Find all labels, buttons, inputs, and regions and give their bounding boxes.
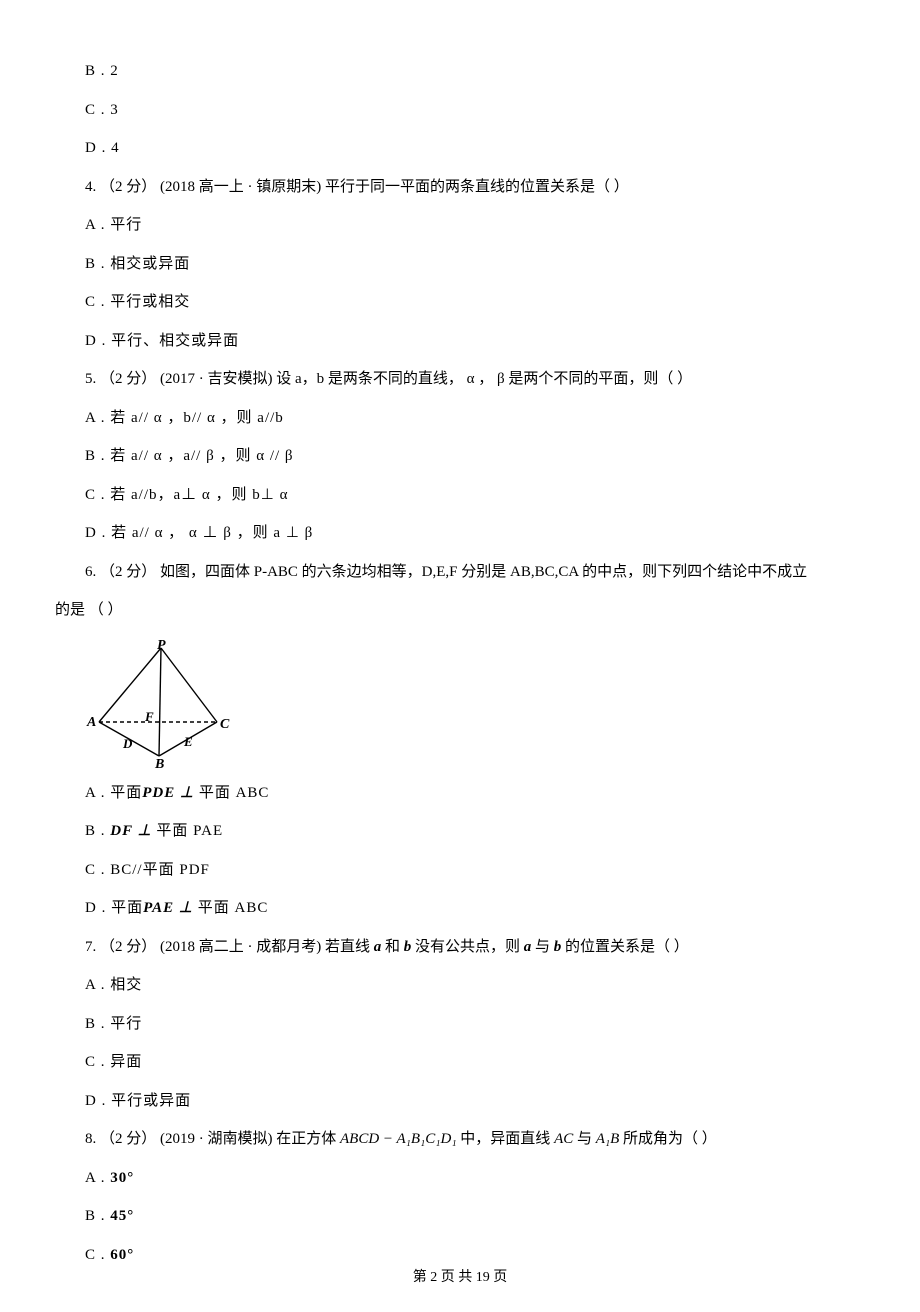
tetrahedron-figure: P A C B D E F: [85, 638, 235, 768]
q8-stem: 8. （2 分） (2019 · 湖南模拟) 在正方体 ABCD − A₁B₁C…: [55, 1128, 865, 1151]
q7-option-c: C . 异面: [55, 1051, 865, 1074]
svg-text:A: A: [86, 715, 96, 730]
q6-option-c: C . BC//平面 PDF: [55, 859, 865, 882]
q5-option-c: C . 若 a//b，a⊥ α ，则 b⊥ α: [55, 484, 865, 507]
q7-option-a: A . 相交: [55, 974, 865, 997]
q3-option-d: D . 4: [55, 137, 865, 160]
q4-option-a: A . 平行: [55, 214, 865, 237]
q8-option-c: C . 60°: [55, 1244, 865, 1267]
q7-option-b: B . 平行: [55, 1013, 865, 1036]
page-footer: 第 2 页 共 19 页: [0, 1267, 920, 1288]
q5-stem: 5. （2 分） (2017 · 吉安模拟) 设 a，b 是两条不同的直线， α…: [55, 368, 865, 391]
q4-option-c: C . 平行或相交: [55, 291, 865, 314]
q4-stem: 4. （2 分） (2018 高一上 · 镇原期末) 平行于同一平面的两条直线的…: [55, 176, 865, 199]
q6-option-b: B . DF ⊥ 平面 PAE: [55, 820, 865, 843]
q5-option-a: A . 若 a// α ，b// α ，则 a//b: [55, 407, 865, 430]
q3-option-c: C . 3: [55, 99, 865, 122]
q3-option-b: B . 2: [55, 60, 865, 83]
q8-option-b: B . 45°: [55, 1205, 865, 1228]
q7-option-d: D . 平行或异面: [55, 1090, 865, 1113]
svg-text:E: E: [183, 734, 193, 749]
svg-text:B: B: [154, 757, 164, 768]
q7-stem: 7. （2 分） (2018 高二上 · 成都月考) 若直线 a 和 b 没有公…: [55, 936, 865, 959]
q4-option-d: D . 平行、相交或异面: [55, 330, 865, 353]
q8-option-a: A . 30°: [55, 1167, 865, 1190]
q6-option-a: A . 平面PDE ⊥ 平面 ABC: [55, 782, 865, 805]
q6-stem-line1: 6. （2 分） 如图，四面体 P-ABC 的六条边均相等，D,E,F 分别是 …: [55, 561, 865, 584]
q5-option-b: B . 若 a// α ，a// β ，则 α // β: [55, 445, 865, 468]
svg-text:C: C: [220, 717, 230, 732]
q6-stem-line2: 的是 （ ）: [55, 599, 865, 622]
q5-option-d: D . 若 a// α ， α ⊥ β ，则 a ⊥ β: [55, 522, 865, 545]
exam-page: B . 2 C . 3 D . 4 4. （2 分） (2018 高一上 · 镇…: [0, 0, 920, 1312]
svg-text:F: F: [144, 709, 154, 724]
svg-text:D: D: [122, 736, 133, 751]
q6-option-d: D . 平面PAE ⊥ 平面 ABC: [55, 897, 865, 920]
svg-text:P: P: [157, 638, 166, 653]
q4-option-b: B . 相交或异面: [55, 253, 865, 276]
